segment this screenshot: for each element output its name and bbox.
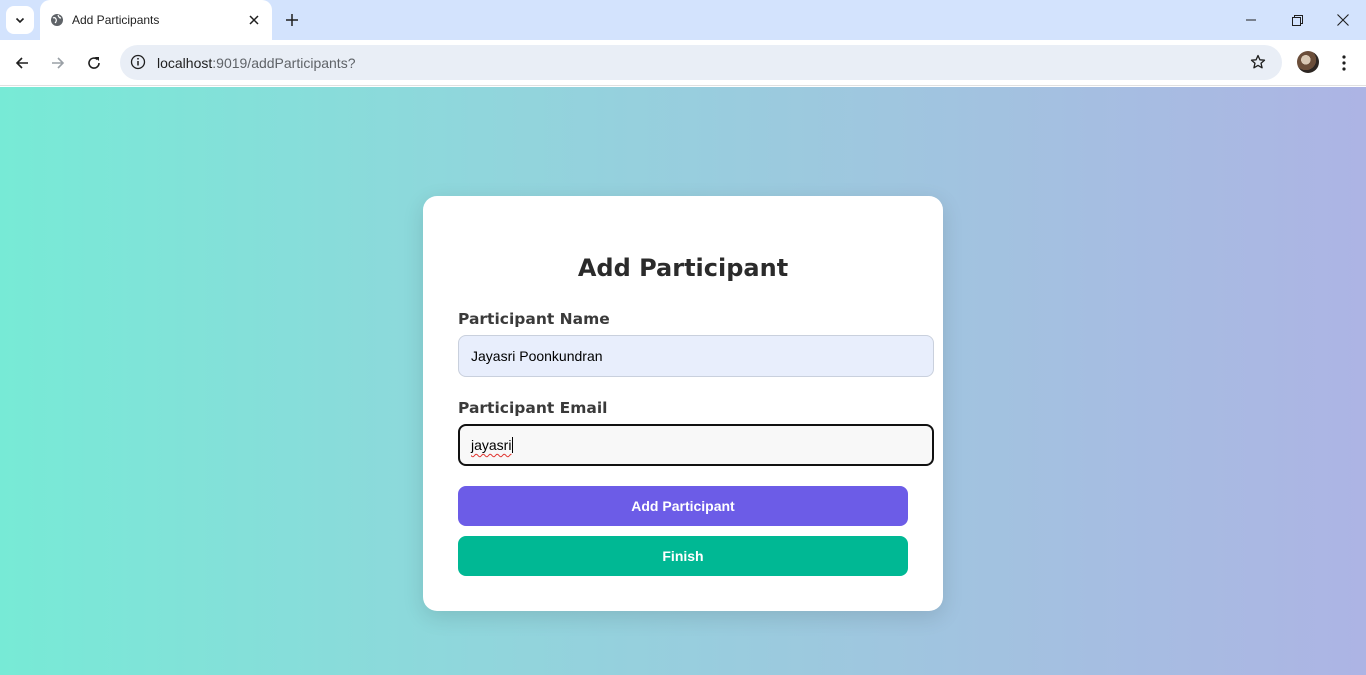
tab-strip: Add Participants [0,0,1366,40]
active-tab[interactable]: Add Participants [40,0,272,40]
browser-toolbar: localhost:9019/addParticipants? [0,40,1366,86]
url-text: localhost:9019/addParticipants? [157,55,355,71]
forward-button[interactable] [44,49,72,77]
participant-email-input[interactable]: jayasri [458,424,934,466]
tab-search-button[interactable] [6,6,34,34]
kebab-menu-icon [1342,55,1346,71]
address-bar[interactable]: localhost:9019/addParticipants? [120,45,1282,80]
globe-icon [51,14,63,26]
minimize-icon [1246,19,1256,21]
text-caret [512,437,514,453]
star-icon [1250,54,1266,69]
reload-icon [88,57,100,69]
restore-icon [1291,14,1303,26]
browser-menu-button[interactable] [1332,49,1356,77]
chevron-down-icon [15,17,25,24]
url-path: :9019/addParticipants? [212,55,356,71]
add-participant-card: Add Participant Participant Name Jayasri… [423,196,943,611]
participant-email-label: Participant Email [458,399,608,417]
new-tab-button[interactable] [280,8,304,32]
url-host: localhost [157,55,213,71]
close-icon [1337,14,1349,26]
plus-icon [286,14,298,26]
arrow-left-icon [15,57,28,69]
site-info-button[interactable] [128,52,148,72]
maximize-button[interactable] [1274,0,1320,40]
close-window-button[interactable] [1320,0,1366,40]
close-icon [249,15,259,25]
bookmark-button[interactable] [1248,52,1268,72]
finish-button[interactable]: Finish [458,536,908,576]
add-participant-button[interactable]: Add Participant [458,486,908,526]
arrow-right-icon [52,57,65,69]
page-background: Add Participant Participant Name Jayasri… [0,87,1366,675]
tab-close-button[interactable] [244,10,264,30]
participant-name-input[interactable]: Jayasri Poonkundran [458,335,934,377]
participant-email-value: jayasri [471,437,512,453]
participant-name-value: Jayasri Poonkundran [471,348,603,364]
minimize-button[interactable] [1228,0,1274,40]
info-icon [130,54,146,70]
page-title: Add Participant [577,254,789,282]
back-button[interactable] [8,49,36,77]
reload-button[interactable] [80,49,108,77]
tab-title: Add Participants [72,13,160,27]
profile-avatar[interactable] [1297,51,1319,73]
participant-name-label: Participant Name [458,310,610,328]
